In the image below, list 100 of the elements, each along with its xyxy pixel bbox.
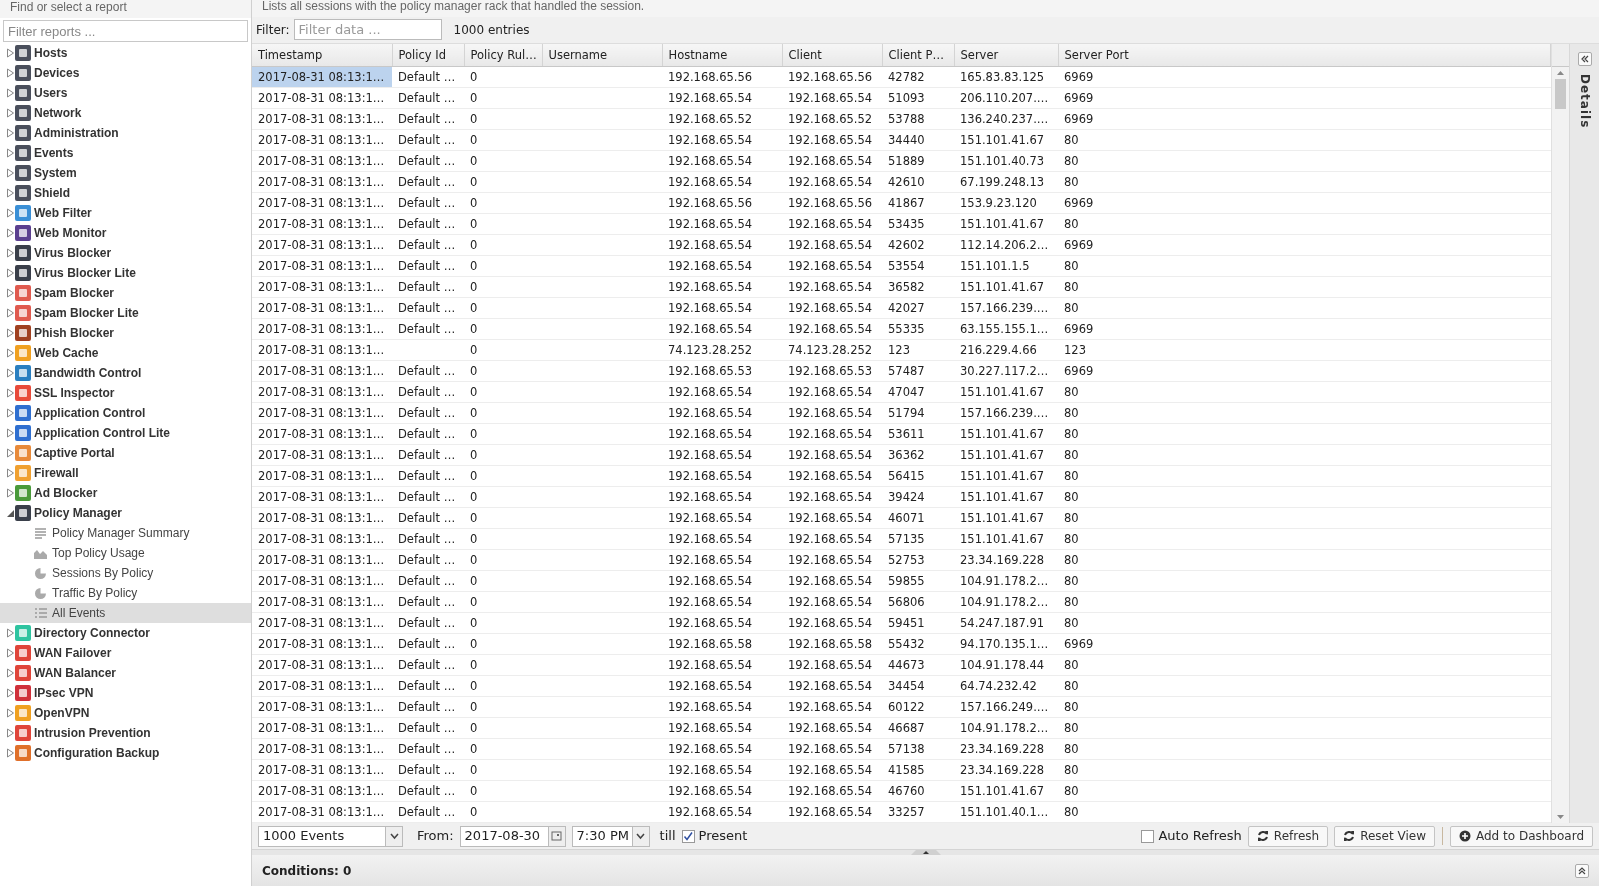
- tree-item[interactable]: WAN Failover: [0, 643, 251, 663]
- table-cell[interactable]: 2017-08-31 08:13:1…: [252, 87, 392, 109]
- table-cell[interactable]: 2017-08-31 08:13:1…: [252, 633, 392, 655]
- table-cell[interactable]: 2017-08-31 08:13:1…: [252, 66, 392, 88]
- tree-item[interactable]: Traffic By Policy: [0, 583, 251, 603]
- tree-item[interactable]: Configuration Backup: [0, 743, 251, 763]
- table-cell[interactable]: 2017-08-31 08:13:1…: [252, 696, 392, 718]
- reset-view-button[interactable]: Reset View: [1334, 825, 1435, 847]
- table-cell[interactable]: 2017-08-31 08:13:1…: [252, 150, 392, 172]
- expand-button[interactable]: [1575, 863, 1589, 878]
- tree-item[interactable]: Top Policy Usage: [0, 543, 251, 563]
- splitter-handle-icon[interactable]: [910, 850, 941, 855]
- filter-data-field[interactable]: Filter data ...: [293, 19, 442, 41]
- table-cell[interactable]: 2017-08-31 08:13:1…: [252, 129, 392, 151]
- tree-item[interactable]: System: [0, 163, 251, 183]
- table-cell: 206.110.207.…: [954, 87, 1058, 109]
- tree-item[interactable]: Policy Manager Summary: [0, 523, 251, 543]
- tree-item[interactable]: Hosts: [0, 43, 251, 63]
- table-cell[interactable]: 2017-08-31 08:13:1…: [252, 570, 392, 592]
- tree-item[interactable]: Firewall: [0, 463, 251, 483]
- table-cell: 192.168.65.54: [782, 507, 882, 529]
- tree-item[interactable]: Captive Portal: [0, 443, 251, 463]
- table-cell[interactable]: 2017-08-31 08:13:1…: [252, 402, 392, 424]
- table-cell[interactable]: 2017-08-31 08:13:1…: [252, 486, 392, 508]
- table-cell: Default …: [392, 402, 464, 424]
- tree-item[interactable]: WAN Balancer: [0, 663, 251, 683]
- table-cell[interactable]: 2017-08-31 08:13:1…: [252, 297, 392, 319]
- table-cell[interactable]: 2017-08-31 08:13:1…: [252, 675, 392, 697]
- table-cell: 42782: [882, 66, 954, 88]
- column-header[interactable]: Timestamp: [252, 43, 392, 67]
- table-cell: 192.168.65.53: [662, 360, 782, 382]
- tree-item[interactable]: Spam Blocker Lite: [0, 303, 251, 323]
- column-header[interactable]: Server Port: [1058, 43, 1551, 67]
- auto-refresh-checkbox[interactable]: Auto Refresh: [1141, 826, 1242, 846]
- tree-item[interactable]: Administration: [0, 123, 251, 143]
- table-cell[interactable]: 2017-08-31 08:13:1…: [252, 528, 392, 550]
- present-checkbox[interactable]: Present: [681, 826, 748, 846]
- column-header[interactable]: Username: [542, 43, 662, 67]
- table-cell[interactable]: 2017-08-31 08:13:1…: [252, 171, 392, 193]
- table-cell[interactable]: 2017-08-31 08:13:1…: [252, 255, 392, 277]
- tree-item[interactable]: Virus Blocker: [0, 243, 251, 263]
- date-field[interactable]: 2017-08-30: [459, 825, 566, 847]
- details-title[interactable]: Details: [1575, 73, 1594, 129]
- tree-item[interactable]: Users: [0, 83, 251, 103]
- table-cell[interactable]: 2017-08-31 08:13:1…: [252, 759, 392, 781]
- tree-item[interactable]: Web Monitor: [0, 223, 251, 243]
- table-cell[interactable]: 2017-08-31 08:13:1…: [252, 339, 392, 361]
- table-cell[interactable]: 2017-08-31 08:13:1…: [252, 738, 392, 760]
- collapse-button[interactable]: [1577, 51, 1592, 66]
- table-cell[interactable]: 2017-08-31 08:13:1…: [252, 234, 392, 256]
- table-cell[interactable]: 2017-08-31 08:13:1…: [252, 801, 392, 823]
- table-cell[interactable]: 2017-08-31 08:13:1…: [252, 654, 392, 676]
- tree-item[interactable]: Network: [0, 103, 251, 123]
- refresh-button[interactable]: Refresh: [1247, 825, 1329, 847]
- tree-item[interactable]: Shield: [0, 183, 251, 203]
- tree-item[interactable]: Sessions By Policy: [0, 563, 251, 583]
- table-cell[interactable]: 2017-08-31 08:13:1…: [252, 591, 392, 613]
- tree-item[interactable]: Ad Blocker: [0, 483, 251, 503]
- tree-item[interactable]: Bandwidth Control: [0, 363, 251, 383]
- scrollbar[interactable]: [1551, 43, 1569, 824]
- tree-item[interactable]: Web Cache: [0, 343, 251, 363]
- filter-reports-field[interactable]: Filter reports ...: [3, 20, 248, 42]
- table-cell[interactable]: 2017-08-31 08:13:1…: [252, 507, 392, 529]
- tree-item[interactable]: Application Control: [0, 403, 251, 423]
- tree-item[interactable]: OpenVPN: [0, 703, 251, 723]
- table-cell[interactable]: 2017-08-31 08:13:1…: [252, 276, 392, 298]
- table-cell[interactable]: 2017-08-31 08:13:1…: [252, 213, 392, 235]
- table-cell[interactable]: 2017-08-31 08:13:1…: [252, 318, 392, 340]
- table-cell[interactable]: 2017-08-31 08:13:1…: [252, 360, 392, 382]
- table-cell[interactable]: 2017-08-31 08:13:1…: [252, 612, 392, 634]
- table-cell[interactable]: 2017-08-31 08:13:1…: [252, 549, 392, 571]
- table-cell[interactable]: 2017-08-31 08:13:1…: [252, 717, 392, 739]
- tree-item[interactable]: Intrusion Prevention: [0, 723, 251, 743]
- time-dropdown[interactable]: 7:30 PM: [571, 825, 650, 847]
- tree-item[interactable]: All Events: [0, 603, 251, 623]
- tree-item[interactable]: Virus Blocker Lite: [0, 263, 251, 283]
- table-cell[interactable]: 2017-08-31 08:13:1…: [252, 444, 392, 466]
- tree-item[interactable]: SSL Inspector: [0, 383, 251, 403]
- events-limit-dropdown[interactable]: 1000 Events: [258, 825, 403, 847]
- tree-item[interactable]: Directory Connector: [0, 623, 251, 643]
- table-cell: 192.168.65.54: [782, 738, 882, 760]
- tree-item[interactable]: Web Filter: [0, 203, 251, 223]
- tree-item[interactable]: IPsec VPN: [0, 683, 251, 703]
- tree-item[interactable]: Policy Manager: [0, 503, 251, 523]
- table-cell[interactable]: 2017-08-31 08:13:1…: [252, 780, 392, 802]
- tree-item[interactable]: Devices: [0, 63, 251, 83]
- column-header[interactable]: Hostname: [662, 43, 782, 67]
- table-cell: 192.168.65.54: [662, 381, 782, 403]
- add-to-dashboard-button[interactable]: Add to Dashboard: [1450, 825, 1593, 847]
- table-cell[interactable]: 2017-08-31 08:13:1…: [252, 192, 392, 214]
- tree-item[interactable]: Application Control Lite: [0, 423, 251, 443]
- table-cell[interactable]: 2017-08-31 08:13:1…: [252, 381, 392, 403]
- tree-item[interactable]: Phish Blocker: [0, 323, 251, 343]
- table-cell[interactable]: 2017-08-31 08:13:1…: [252, 108, 392, 130]
- scroll-thumb[interactable]: [1555, 78, 1566, 109]
- table-cell[interactable]: 2017-08-31 08:13:1…: [252, 423, 392, 445]
- table-cell: 55432: [882, 633, 954, 655]
- tree-item[interactable]: Events: [0, 143, 251, 163]
- table-cell[interactable]: 2017-08-31 08:13:1…: [252, 465, 392, 487]
- tree-item[interactable]: Spam Blocker: [0, 283, 251, 303]
